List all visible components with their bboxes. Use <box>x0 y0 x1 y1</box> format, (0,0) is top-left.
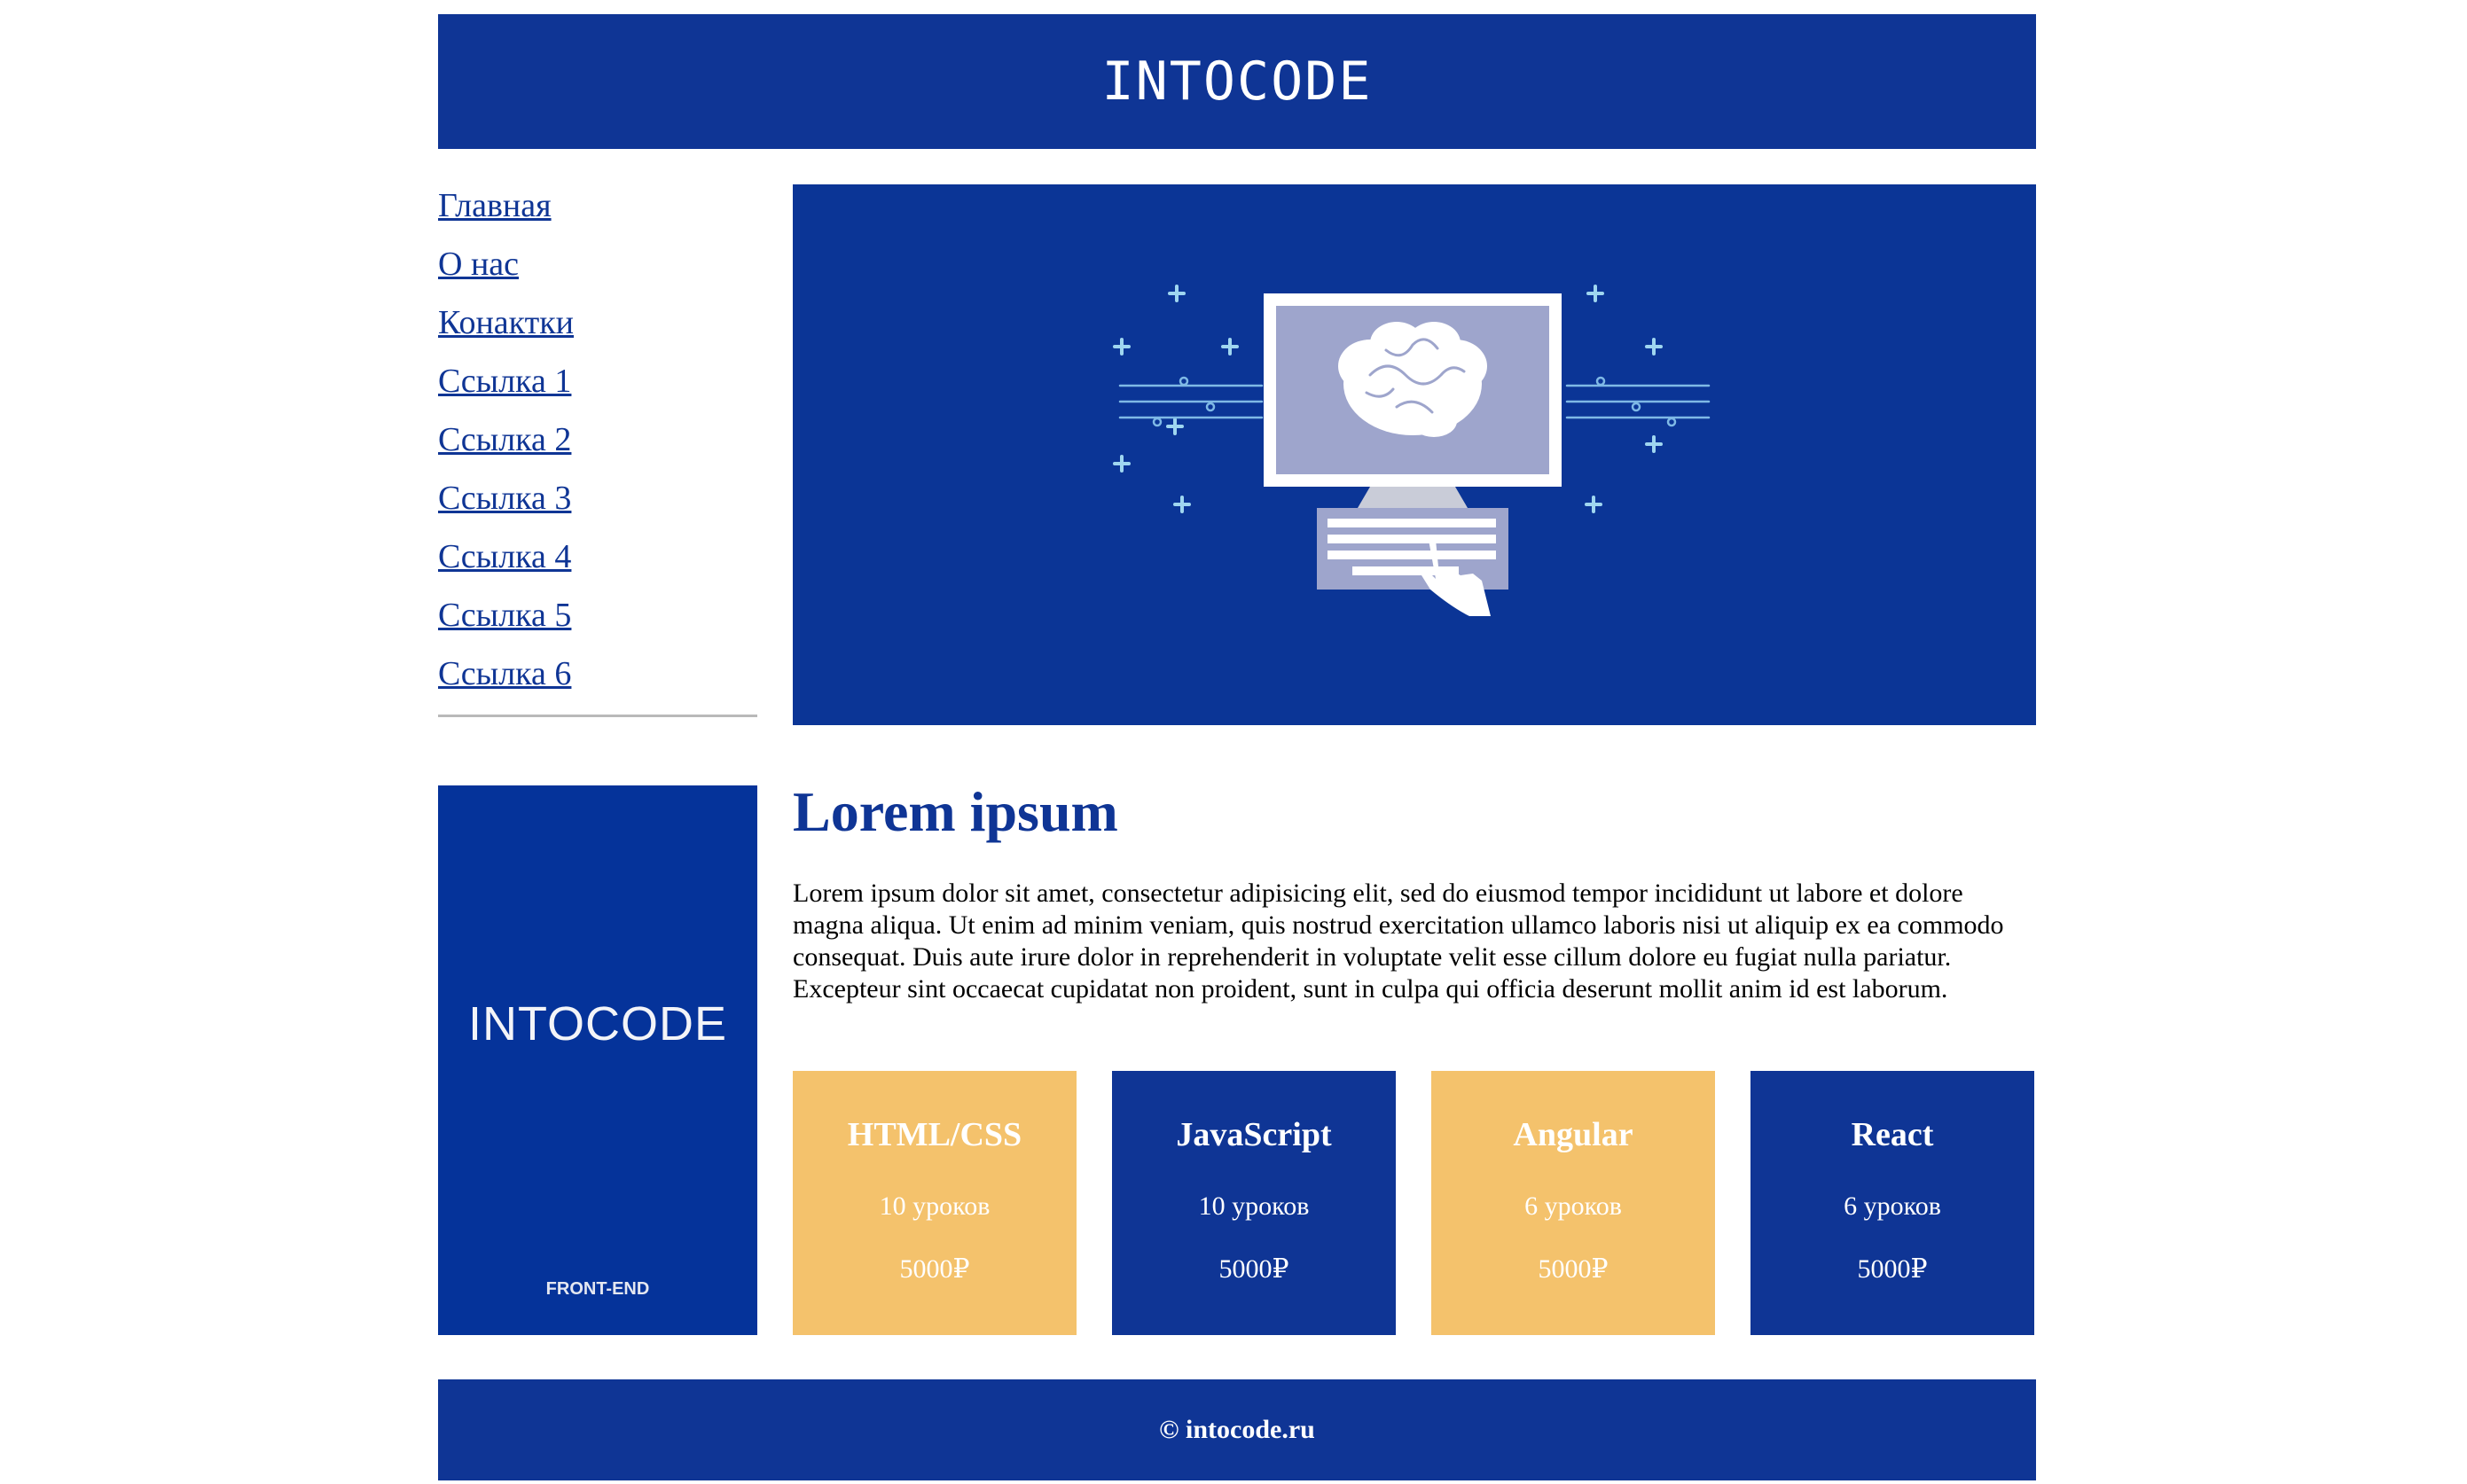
nav-link-about[interactable]: О нас <box>438 239 519 289</box>
course-lessons: 10 уроков <box>1198 1191 1310 1221</box>
course-lessons: 6 уроков <box>1524 1191 1622 1221</box>
course-title: React <box>1851 1116 1934 1153</box>
computer-brain-illustration <box>1113 285 1711 616</box>
article-title: Lorem ipsum <box>793 780 1118 843</box>
nav-divider <box>438 715 757 717</box>
course-card-html-css[interactable]: HTML/CSS 10 уроков 5000₽ <box>793 1071 1077 1335</box>
sidebar-nav: Главная О нас Конактки Ссылка 1 Ссылка 2… <box>438 181 757 717</box>
nav-item-link-2: Ссылка 2 <box>438 415 757 473</box>
courses-grid: HTML/CSS 10 уроков 5000₽ JavaScript 10 у… <box>793 1071 2036 1335</box>
nav-link-home[interactable]: Главная <box>438 181 552 230</box>
nav-link-1[interactable]: Ссылка 1 <box>438 356 571 406</box>
nav-link-5[interactable]: Ссылка 5 <box>438 590 571 640</box>
site-header: INTOCODE <box>438 14 2036 149</box>
course-title: JavaScript <box>1176 1116 1332 1153</box>
nav-list: Главная О нас Конактки Ссылка 1 Ссылка 2… <box>438 181 757 707</box>
site-logo[interactable]: INTOCODE <box>1102 51 1373 113</box>
nav-item-link-5: Ссылка 5 <box>438 590 757 649</box>
nav-link-4[interactable]: Ссылка 4 <box>438 532 571 582</box>
nav-item-home: Главная <box>438 181 757 239</box>
nav-item-link-1: Ссылка 1 <box>438 356 757 415</box>
nav-link-3[interactable]: Ссылка 3 <box>438 473 571 523</box>
course-title: Angular <box>1513 1116 1633 1153</box>
nav-link-2[interactable]: Ссылка 2 <box>438 415 571 465</box>
course-price: 5000₽ <box>899 1254 970 1284</box>
promo-brand: INTOCODE <box>467 997 728 1051</box>
course-lessons: 6 уроков <box>1844 1191 1941 1221</box>
footer-copyright: © intocode.ru <box>1159 1415 1315 1444</box>
promo-tag: FRONT-END <box>545 1279 650 1299</box>
course-price: 5000₽ <box>1218 1254 1289 1284</box>
course-price: 5000₽ <box>1538 1254 1609 1284</box>
nav-link-contacts[interactable]: Конактки <box>438 298 574 348</box>
site-footer: © intocode.ru <box>438 1379 2036 1480</box>
monitor-stand <box>1358 487 1468 508</box>
promo-banner[interactable]: INTOCODE FRONT-END <box>438 785 757 1335</box>
main-article: Lorem ipsum Lorem ipsum dolor sit amet, … <box>793 768 2036 1005</box>
nav-item-contacts: Конактки <box>438 298 757 356</box>
course-lessons: 10 уроков <box>879 1191 991 1221</box>
nav-item-link-3: Ссылка 3 <box>438 473 757 532</box>
course-price: 5000₽ <box>1857 1254 1928 1284</box>
course-title: HTML/CSS <box>847 1116 1022 1153</box>
course-card-javascript[interactable]: JavaScript 10 уроков 5000₽ <box>1112 1071 1396 1335</box>
article-text: Lorem ipsum dolor sit amet, consectetur … <box>793 879 2004 1004</box>
course-card-react[interactable]: React 6 уроков 5000₽ <box>1750 1071 2034 1335</box>
nav-link-6[interactable]: Ссылка 6 <box>438 649 571 699</box>
course-card-angular[interactable]: Angular 6 уроков 5000₽ <box>1431 1071 1715 1335</box>
nav-item-link-6: Ссылка 6 <box>438 649 757 707</box>
nav-item-about: О нас <box>438 239 757 298</box>
hero-banner <box>793 184 2036 725</box>
nav-item-link-4: Ссылка 4 <box>438 532 757 590</box>
